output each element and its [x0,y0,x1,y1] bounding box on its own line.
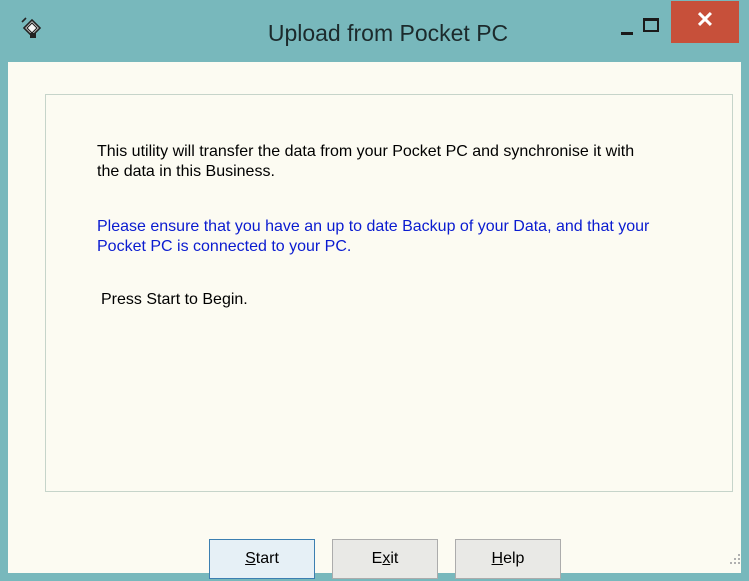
warning-text: Please ensure that you have an up to dat… [97,218,650,255]
start-button[interactable]: Start [209,539,315,579]
help-label-rest: elp [503,550,525,567]
prompt-text: Press Start to Begin. [101,291,248,308]
close-button[interactable]: ✕ [671,1,739,43]
close-icon: ✕ [695,7,715,32]
exit-label-pre: E [371,550,383,567]
upload-window: Upload from Pocket PC ✕ This utility wil… [0,0,749,581]
exit-label-rest: it [390,550,399,567]
start-mnemonic: S [245,550,256,567]
start-label-rest: tart [255,550,279,567]
resize-grip-icon[interactable] [729,553,741,565]
maximize-icon[interactable] [634,8,670,42]
help-button[interactable]: Help [455,539,561,579]
exit-button[interactable]: Exit [332,539,438,579]
dialog-client-area: This utility will transfer the data from… [8,62,741,579]
help-mnemonic: H [491,550,504,567]
intro-text: This utility will transfer the data from… [97,143,635,180]
title-bar[interactable]: Upload from Pocket PC ✕ [0,0,749,62]
